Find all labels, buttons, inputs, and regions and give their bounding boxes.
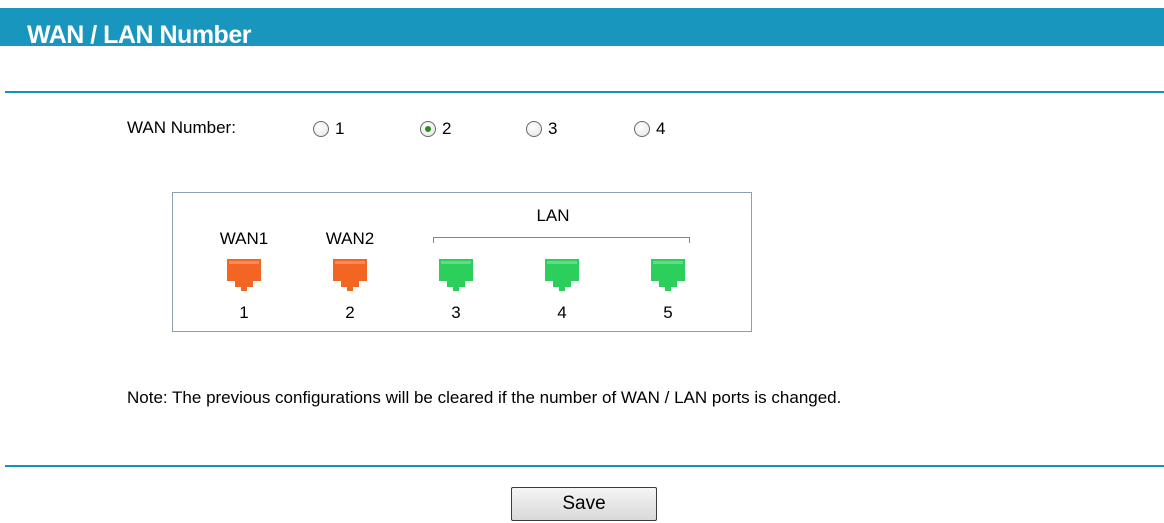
lan-group-bracket	[433, 237, 690, 243]
ethernet-port-icon	[331, 257, 369, 293]
wan-number-option-3[interactable]: 3	[526, 119, 557, 139]
bottom-divider	[5, 465, 1164, 467]
page-title: WAN / LAN Number	[27, 21, 251, 49]
port-name-wan2: WAN2	[325, 229, 375, 248]
radio-button-2[interactable]	[420, 121, 436, 137]
radio-button-1[interactable]	[313, 121, 329, 137]
wan-number-option-label: 2	[442, 119, 452, 138]
port-number: 3	[451, 303, 461, 322]
wan-number-option-1[interactable]: 1	[313, 119, 344, 139]
port-name-wan1: WAN1	[219, 229, 269, 248]
wan-number-option-label: 4	[656, 119, 666, 138]
save-button[interactable]: Save	[511, 487, 657, 521]
lan-group-label: LAN	[536, 206, 570, 225]
ethernet-port-icon	[437, 257, 475, 293]
wan-number-option-4[interactable]: 4	[634, 119, 665, 139]
port-number: 4	[557, 303, 567, 322]
ethernet-port-icon	[543, 257, 581, 293]
port-diagram: LAN WAN1 WAN2 1 2 3 4 5	[172, 192, 752, 332]
port-number: 2	[345, 303, 355, 322]
wan-lan-number-page: WAN / LAN Number WAN Number: 1 2 3 4 LAN…	[0, 0, 1164, 523]
wan-number-option-label: 3	[548, 119, 558, 138]
ethernet-port-icon	[649, 257, 687, 293]
ethernet-port-icon	[225, 257, 263, 293]
header-bar: WAN / LAN Number	[0, 8, 1164, 49]
port-number: 5	[663, 303, 673, 322]
top-divider	[5, 91, 1164, 93]
radio-button-4[interactable]	[634, 121, 650, 137]
wan-number-option-label: 1	[335, 119, 345, 138]
wan-number-option-2[interactable]: 2	[420, 119, 451, 139]
note-text: Note: The previous configurations will b…	[127, 388, 842, 407]
radio-button-3[interactable]	[526, 121, 542, 137]
port-number: 1	[239, 303, 249, 322]
wan-number-label: WAN Number:	[127, 118, 236, 137]
